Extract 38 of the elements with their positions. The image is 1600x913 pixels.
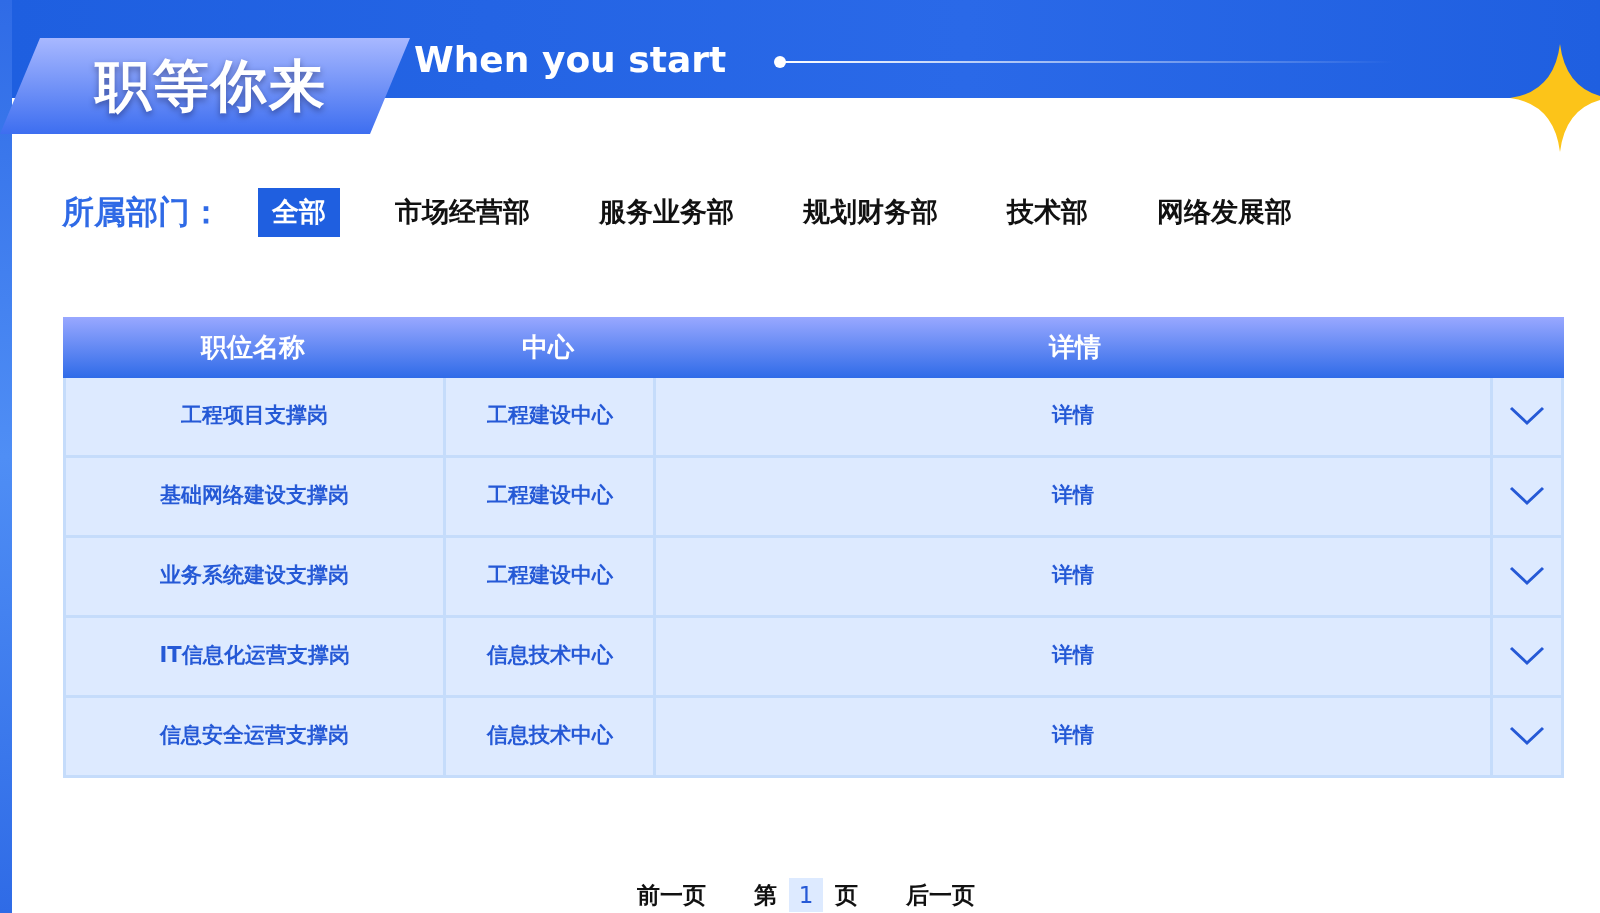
position-cell: 信息安全运营支撑岗 [66, 697, 446, 775]
center-cell: 工程建设中心 [446, 457, 656, 535]
page-prefix: 第 [753, 880, 777, 910]
department-tab[interactable]: 技术部 [993, 188, 1102, 237]
column-header: 详情 [1047, 330, 1102, 364]
chevron-icon[interactable] [1509, 726, 1545, 746]
subtitle: When you start [414, 38, 727, 82]
center-cell: 信息技术中心 [446, 617, 656, 695]
prev-page-link[interactable]: 前一页 [636, 877, 706, 912]
position-cell: IT信息化运营支撑岗 [66, 617, 446, 695]
chevron-icon[interactable] [1509, 646, 1545, 666]
next-page-link[interactable]: 后一页 [906, 877, 976, 912]
department-tab[interactable]: 服务业务部 [585, 188, 748, 237]
star-icon [1510, 44, 1600, 152]
department-tab[interactable]: 规划财务部 [789, 188, 952, 237]
page-number: 1 [788, 877, 824, 912]
detail-cell: 详情 [656, 377, 1493, 455]
department-tab[interactable]: 网络发展部 [1143, 188, 1306, 237]
chevron-icon[interactable] [1509, 566, 1545, 586]
detail-cell: 详情 [656, 457, 1493, 535]
filter-label: 所属部门： [62, 192, 222, 234]
page-title: 职等你来 [95, 52, 327, 120]
department-tab[interactable]: 全部 [258, 188, 340, 237]
detail-cell: 详情 [656, 537, 1493, 615]
column-header: 中心 [521, 330, 576, 364]
page-suffix: 页 [835, 880, 859, 910]
center-cell: 信息技术中心 [446, 697, 656, 775]
column-header: 职位名称 [199, 330, 306, 364]
detail-cell: 详情 [656, 697, 1493, 775]
position-cell: 工程项目支撑岗 [66, 377, 446, 455]
chevron-icon[interactable] [1509, 486, 1545, 506]
chevron-icon[interactable] [1509, 406, 1545, 426]
detail-cell: 详情 [656, 617, 1493, 695]
position-cell: 业务系统建设支撑岗 [66, 537, 446, 615]
center-cell: 工程建设中心 [446, 537, 656, 615]
position-cell: 基础网络建设支撑岗 [66, 457, 446, 535]
center-cell: 工程建设中心 [446, 377, 656, 455]
department-tab[interactable]: 市场经营部 [381, 188, 544, 237]
